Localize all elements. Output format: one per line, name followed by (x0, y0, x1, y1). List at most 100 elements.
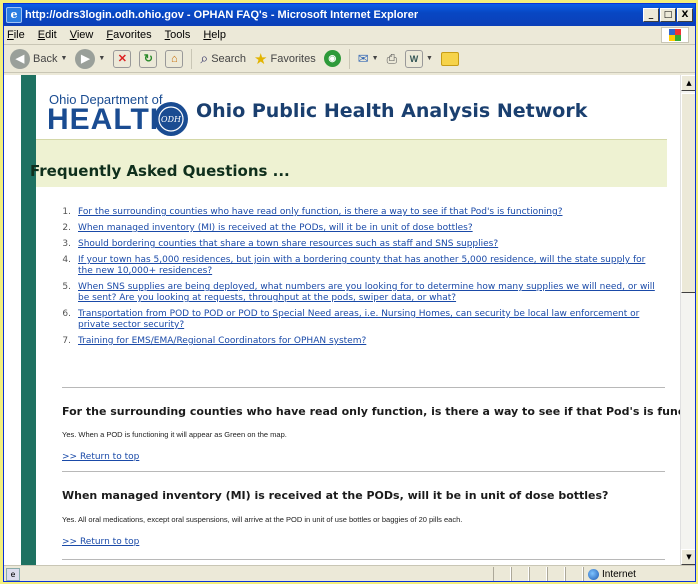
home-icon: ⌂ (165, 49, 184, 68)
status-cell (547, 567, 565, 581)
window-title: http://odrs3login.odh.ohio.gov - OPHAN F… (25, 9, 419, 21)
page-viewport: Ohio Department of HEALTH ODH Ohio Publi… (4, 75, 680, 565)
print-icon: ⎙ (386, 50, 397, 66)
question-number: 1. (62, 207, 71, 217)
home-button[interactable]: ⌂ (163, 47, 185, 71)
refresh-button[interactable]: ↻ (137, 47, 159, 71)
toolbar-separator (191, 48, 193, 69)
question-link[interactable]: When managed inventory (MI) is received … (78, 223, 473, 234)
toolbar: ◀ Back ▼ ▶ ▼ ✕ ↻ ⌂ ⌕ Search ★ Favorites … (4, 45, 695, 73)
forward-button[interactable]: ▶ ▼ (73, 47, 107, 71)
divider (62, 387, 665, 388)
security-zone: Internet (583, 567, 695, 581)
menu-favorites[interactable]: Favorites (106, 29, 151, 41)
edit-button[interactable]: W ▼ (403, 47, 435, 71)
search-icon: ⌕ (200, 50, 209, 66)
star-icon: ★ (254, 50, 268, 68)
close-button[interactable]: X (677, 8, 693, 22)
title-bar[interactable]: e http://odrs3login.odh.ohio.gov - OPHAN… (4, 4, 695, 26)
logo-seal-text: ODH (161, 115, 182, 124)
search-label: Search (211, 52, 247, 65)
return-to-top-link[interactable]: >> Return to top (62, 537, 139, 547)
divider (62, 559, 665, 560)
status-cell (565, 567, 583, 581)
list-item: 5. When SNS supplies are being deployed, … (49, 282, 659, 304)
favorites-button[interactable]: ★ Favorites (252, 47, 318, 71)
list-item: 6. Transportation from POD to POD or POD … (49, 309, 659, 331)
folder-button[interactable] (439, 47, 461, 71)
mail-icon: ✉ (357, 50, 369, 66)
list-item: 2. When managed inventory (MI) is receive… (49, 223, 659, 234)
odh-seal-icon: ODH (154, 102, 188, 136)
scroll-thumb[interactable] (681, 93, 695, 293)
question-number: 2. (62, 223, 71, 233)
page-title: Frequently Asked Questions ... (30, 162, 290, 180)
status-cell (529, 567, 547, 581)
ie-logo-icon: e (6, 7, 22, 23)
chevron-down-icon: ▼ (426, 55, 433, 62)
status-bar: e Internet (4, 565, 695, 581)
answer-question-heading: For the surrounding counties who have re… (62, 405, 680, 418)
menu-edit[interactable]: Edit (38, 29, 57, 41)
scroll-down-button[interactable]: ▼ (681, 549, 695, 565)
forward-arrow-icon: ▶ (75, 48, 96, 69)
question-link[interactable]: Transportation from POD to POD or POD to… (78, 309, 659, 331)
toolbar-separator (348, 48, 350, 69)
question-link[interactable]: For the surrounding counties who have re… (78, 207, 562, 218)
edit-document-icon: W (405, 49, 423, 68)
answer-text: Yes. All oral medications, except oral s… (62, 515, 463, 524)
menu-file[interactable]: File (7, 29, 25, 41)
question-number: 6. (62, 309, 71, 319)
list-item: 4. If your town has 5,000 residences, but… (49, 255, 659, 277)
back-arrow-icon: ◀ (10, 48, 30, 69)
left-accent-bar (21, 75, 36, 565)
menu-help[interactable]: Help (203, 29, 226, 41)
question-link[interactable]: When SNS supplies are being deployed, wh… (78, 282, 659, 304)
chevron-down-icon: ▼ (60, 55, 68, 62)
question-list: 1. For the surrounding counties who have … (49, 207, 659, 352)
print-button[interactable]: ⎙ (385, 47, 399, 71)
question-number: 3. (62, 239, 71, 249)
question-number: 4. (62, 255, 71, 265)
status-cell (511, 567, 529, 581)
site-title: Ohio Public Health Analysis Network (196, 100, 588, 122)
browser-window: e http://odrs3login.odh.ohio.gov - OPHAN… (3, 3, 696, 582)
search-button[interactable]: ⌕ Search (198, 47, 248, 71)
minimize-button[interactable]: _ (643, 8, 659, 22)
divider (62, 471, 665, 472)
answer-text: Yes. When a POD is functioning it will a… (62, 430, 287, 439)
back-label: Back (33, 52, 58, 65)
zone-label: Internet (602, 568, 636, 580)
favorites-label: Favorites (270, 52, 316, 65)
question-link[interactable]: Training for EMS/EMA/Regional Coordinato… (78, 336, 366, 347)
question-link[interactable]: If your town has 5,000 residences, but j… (78, 255, 659, 277)
globe-icon (588, 568, 599, 580)
question-number: 7. (62, 336, 71, 346)
folder-icon (440, 51, 459, 66)
answer-question-heading: When managed inventory (MI) is received … (62, 489, 609, 502)
vertical-scrollbar[interactable]: ▲ ▼ (680, 75, 695, 565)
back-button[interactable]: ◀ Back ▼ (8, 47, 69, 71)
status-cell (493, 567, 511, 581)
question-link[interactable]: Should bordering counties that share a t… (78, 239, 498, 250)
stop-button[interactable]: ✕ (111, 47, 133, 71)
media-icon: ◉ (323, 50, 341, 67)
menu-tools[interactable]: Tools (165, 29, 191, 41)
refresh-icon: ↻ (139, 49, 158, 68)
chevron-down-icon: ▼ (98, 55, 106, 62)
page-done-icon: e (6, 567, 20, 581)
menu-bar: File Edit View Favorites Tools Help (4, 26, 695, 45)
return-to-top-link[interactable]: >> Return to top (62, 452, 139, 462)
menu-view[interactable]: View (70, 29, 94, 41)
chevron-down-icon: ▼ (371, 55, 379, 62)
scroll-up-button[interactable]: ▲ (681, 75, 695, 91)
question-number: 5. (62, 282, 71, 292)
stop-icon: ✕ (113, 49, 132, 68)
maximize-button[interactable]: □ (660, 8, 676, 22)
list-item: 7. Training for EMS/EMA/Regional Coordina… (49, 336, 659, 347)
windows-logo-icon (661, 27, 689, 43)
list-item: 1. For the surrounding counties who have … (49, 207, 659, 218)
list-item: 3. Should bordering counties that share a… (49, 239, 659, 250)
media-button[interactable]: ◉ (322, 47, 343, 71)
mail-button[interactable]: ✉ ▼ (356, 47, 381, 71)
